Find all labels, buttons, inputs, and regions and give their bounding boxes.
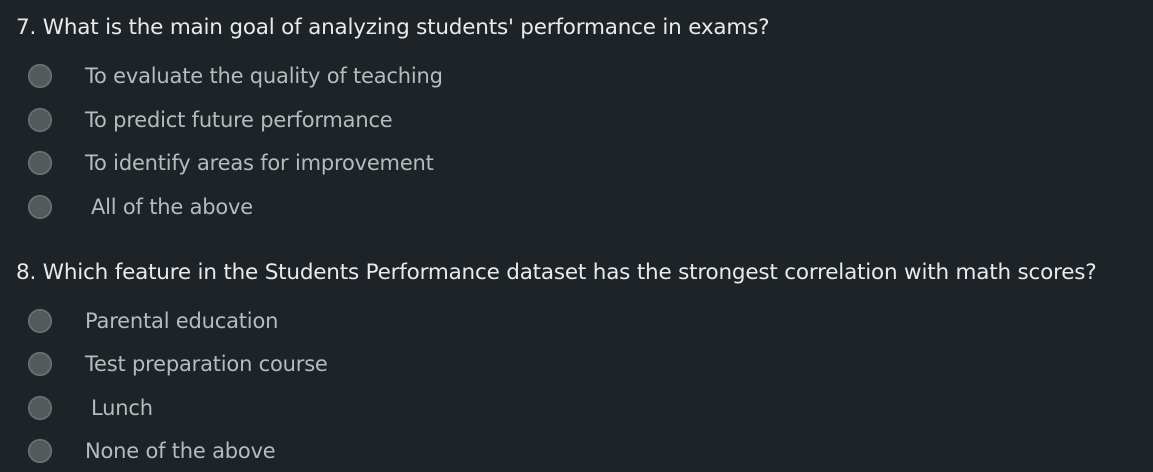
radio-button[interactable] (28, 64, 52, 88)
question-7-option-4[interactable]: All of the above (28, 192, 253, 222)
question-8-option-1[interactable]: Parental education (28, 306, 278, 336)
option-label: None of the above (85, 439, 276, 463)
option-label: All of the above (91, 195, 253, 219)
radio-button[interactable] (28, 309, 52, 333)
option-label: To evaluate the quality of teaching (85, 64, 443, 88)
option-label: To identify areas for improvement (85, 151, 434, 175)
question-8-text: Which feature in the Students Performanc… (42, 260, 1097, 285)
question-7-option-3[interactable]: To identify areas for improvement (28, 148, 434, 178)
question-7-option-1[interactable]: To evaluate the quality of teaching (28, 61, 443, 91)
question-7-number: 7. (16, 15, 37, 40)
option-label: To predict future performance (85, 108, 393, 132)
option-label: Lunch (91, 396, 153, 420)
question-8-option-2[interactable]: Test preparation course (28, 349, 328, 379)
radio-button[interactable] (28, 151, 52, 175)
question-8-number: 8. (16, 260, 37, 285)
question-7-text: What is the main goal of analyzing stude… (42, 15, 770, 40)
radio-button[interactable] (28, 352, 52, 376)
radio-button[interactable] (28, 439, 52, 463)
radio-button[interactable] (28, 396, 52, 420)
question-7-option-2[interactable]: To predict future performance (28, 105, 393, 135)
radio-button[interactable] (28, 195, 52, 219)
question-8-option-4[interactable]: None of the above (28, 436, 276, 466)
option-label: Test preparation course (85, 352, 328, 376)
radio-button[interactable] (28, 108, 52, 132)
question-8-title: 8. Which feature in the Students Perform… (16, 258, 1097, 288)
question-8-option-3[interactable]: Lunch (28, 393, 153, 423)
question-7-title: 7. What is the main goal of analyzing st… (16, 13, 770, 43)
option-label: Parental education (85, 309, 279, 333)
